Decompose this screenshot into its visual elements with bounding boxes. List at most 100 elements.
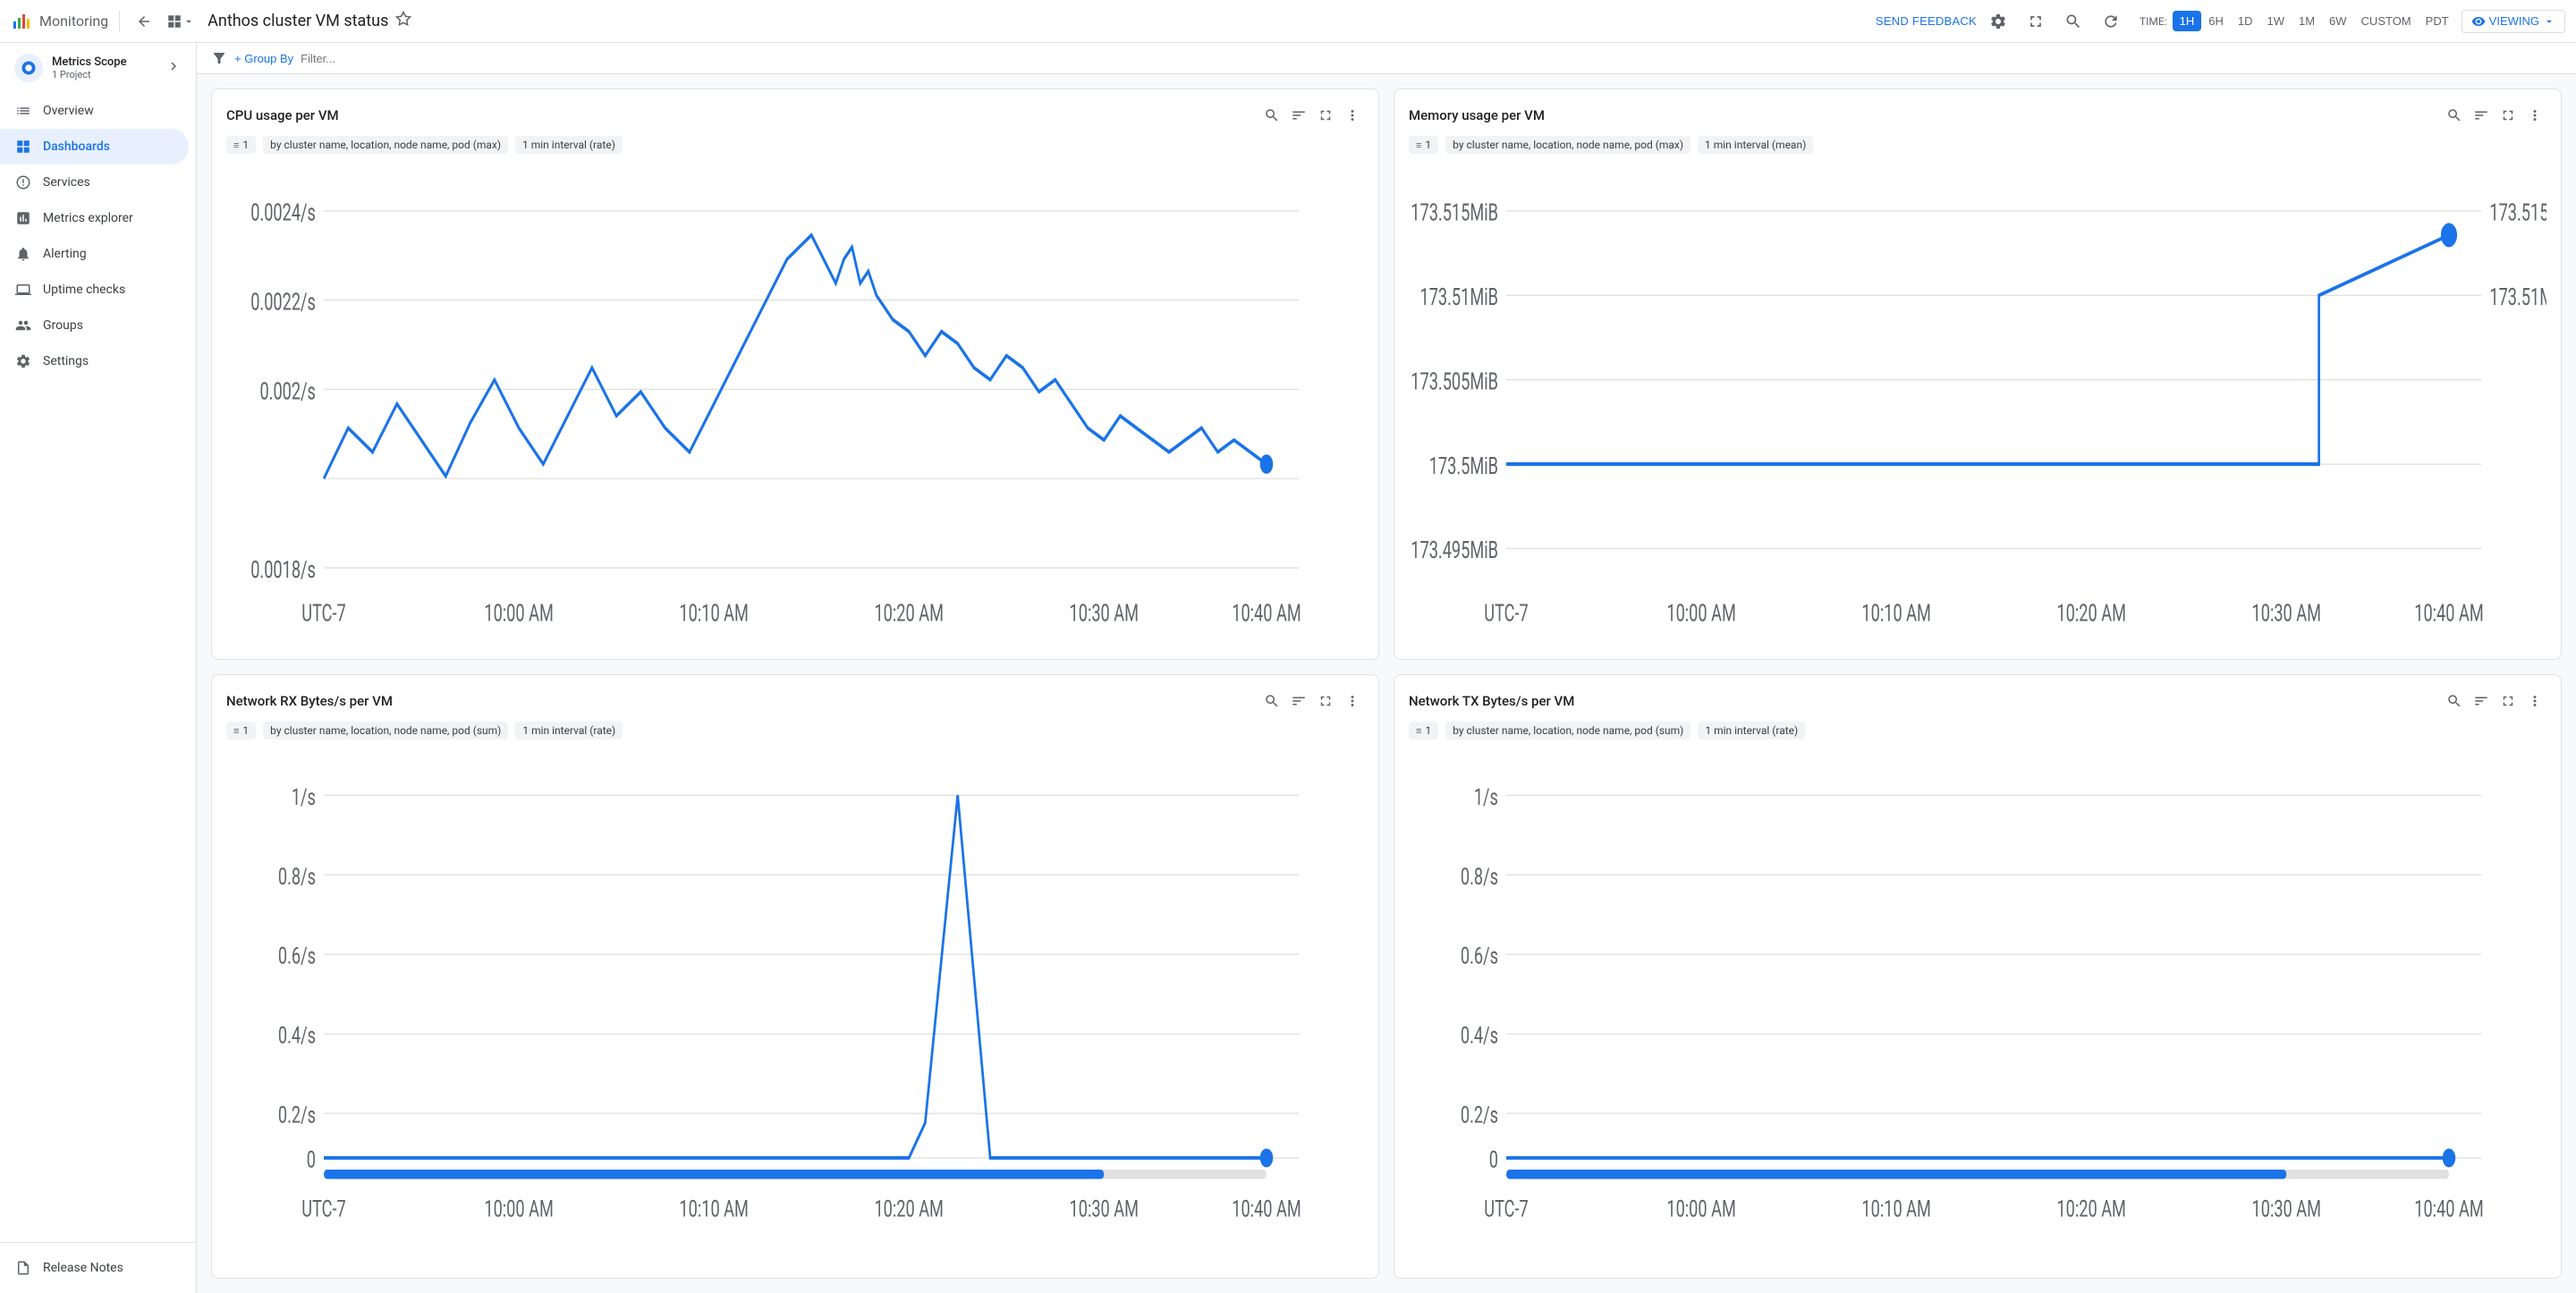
chart-search-btn-cpu[interactable] (1260, 104, 1284, 127)
filter-input[interactable] (301, 52, 2562, 65)
chart-tag-filter-memory: ≡ 1 (1409, 136, 1438, 154)
chart-header-network-tx: Network TX Bytes/s per VM (1409, 689, 2546, 713)
chart-legend-btn-tx[interactable] (2470, 689, 2493, 713)
svg-text:10:40 AM: 10:40 AM (1232, 1196, 1301, 1222)
time-btn-1w[interactable]: 1W (2259, 11, 2292, 31)
time-label: TIME: (2140, 15, 2167, 28)
main-layout: Metrics Scope 1 Project Overview Dashboa… (0, 43, 2576, 1293)
chart-legend-btn-cpu[interactable] (1287, 104, 1310, 127)
dashboard-picker-button[interactable] (161, 8, 200, 35)
chart-fullscreen-btn-memory[interactable] (2496, 104, 2520, 127)
chart-actions-cpu (1260, 104, 1364, 127)
star-icon[interactable] (395, 11, 411, 31)
sidebar-nav: Overview Dashboards Services Metrics exp… (0, 93, 196, 1242)
sidebar-item-metrics-explorer[interactable]: Metrics explorer (0, 200, 189, 236)
settings-icon-button[interactable] (1982, 5, 2014, 38)
chart-tag-group-memory: by cluster name, location, node name, po… (1445, 136, 1690, 154)
svg-text:10:00 AM: 10:00 AM (484, 1196, 553, 1222)
chart-legend-btn-memory[interactable] (2470, 104, 2493, 127)
time-btn-1h[interactable]: 1H (2173, 11, 2202, 31)
svg-text:0.002/s: 0.002/s (259, 377, 315, 406)
chart-more-btn-tx[interactable] (2523, 689, 2546, 713)
sidebar-item-label-uptime: Uptime checks (43, 283, 125, 297)
send-feedback-button[interactable]: SEND FEEDBACK (1876, 14, 1977, 28)
chart-fullscreen-btn-cpu[interactable] (1314, 104, 1337, 127)
chart-tag-interval-tx: 1 min interval (rate) (1698, 722, 1805, 739)
svg-text:0: 0 (1489, 1146, 1498, 1173)
chart-more-btn-rx[interactable] (1341, 689, 1364, 713)
chart-tag-filter-tx: ≡ 1 (1409, 722, 1438, 739)
refresh-icon-button[interactable] (2095, 5, 2127, 38)
dashboard-grid: CPU usage per VM (197, 74, 2576, 1293)
svg-text:10:40 AM: 10:40 AM (1232, 599, 1301, 628)
sidebar-item-overview[interactable]: Overview (0, 93, 189, 129)
viewing-button[interactable]: VIEWING (2462, 10, 2565, 33)
filter-toggle-button[interactable] (211, 50, 227, 66)
sidebar-item-groups[interactable]: Groups (0, 308, 189, 343)
monitor-icon (14, 281, 32, 299)
svg-text:UTC-7: UTC-7 (301, 599, 345, 628)
chart-fullscreen-btn-tx[interactable] (2496, 689, 2520, 713)
sidebar-item-settings[interactable]: Settings (0, 343, 189, 379)
time-btn-6h[interactable]: 6H (2201, 11, 2231, 31)
chart-tag-group-tx: by cluster name, location, node name, po… (1445, 722, 1690, 739)
sidebar-item-services[interactable]: Services (0, 165, 189, 200)
dashboard-title: Anthos cluster VM status (208, 11, 1868, 31)
sidebar-item-label-release-notes: Release Notes (43, 1261, 123, 1275)
app-name: Monitoring (39, 13, 108, 30)
app-logo: Monitoring (11, 11, 108, 32)
monitoring-icon (11, 11, 32, 32)
group-by-button[interactable]: + Group By (234, 52, 293, 65)
chart-legend-btn-rx[interactable] (1287, 689, 1310, 713)
search-icon-button[interactable] (2057, 5, 2089, 38)
sidebar-item-dashboards[interactable]: Dashboards (0, 129, 189, 165)
svg-text:173.515MiB: 173.515MiB (2489, 199, 2546, 227)
svg-text:0: 0 (307, 1146, 316, 1173)
chart-tag-interval-memory: 1 min interval (mean) (1698, 136, 1813, 154)
chart-search-btn-memory[interactable] (2443, 104, 2466, 127)
chart-actions-network-rx (1260, 689, 1364, 713)
content-area: + Group By CPU usage per VM (197, 43, 2576, 1293)
svg-text:10:30 AM: 10:30 AM (1070, 1196, 1139, 1222)
chart-tag-interval-rx: 1 min interval (rate) (515, 722, 623, 739)
sidebar-item-release-notes[interactable]: Release Notes (0, 1250, 189, 1286)
sidebar-item-label-metrics-explorer: Metrics explorer (43, 211, 133, 225)
chart-more-btn-cpu[interactable] (1341, 104, 1364, 127)
time-btn-pdt[interactable]: PDT (2419, 11, 2456, 31)
sidebar-item-uptime-checks[interactable]: Uptime checks (0, 272, 189, 308)
sidebar: Metrics Scope 1 Project Overview Dashboa… (0, 43, 197, 1293)
time-btn-custom[interactable]: CUSTOM (2354, 11, 2419, 31)
svg-text:173.515MiB: 173.515MiB (1411, 199, 1498, 227)
topbar: Monitoring Anthos cluster VM status SEND… (0, 0, 2576, 43)
bell-icon (14, 245, 32, 263)
chart-tags-cpu: ≡ 1 by cluster name, location, node name… (226, 136, 1364, 154)
chart-tags-memory: ≡ 1 by cluster name, location, node name… (1409, 136, 2546, 154)
viewing-label: VIEWING (2489, 14, 2539, 28)
time-btn-1m[interactable]: 1M (2292, 11, 2322, 31)
chart-card-cpu: CPU usage per VM (211, 89, 1379, 660)
svg-text:10:20 AM: 10:20 AM (874, 599, 943, 628)
chart-header-cpu: CPU usage per VM (226, 104, 1364, 127)
fullscreen-icon-button[interactable] (2020, 5, 2052, 38)
back-button[interactable] (131, 8, 157, 35)
svg-text:1/s: 1/s (292, 784, 316, 811)
svg-text:0.4/s: 0.4/s (278, 1023, 316, 1050)
chart-area-network-rx: 1/s 0.8/s 0.6/s 0.4/s 0.2/s 0 UTC-7 10:0… (226, 748, 1364, 1263)
chart-search-btn-rx[interactable] (1260, 689, 1284, 713)
time-btn-6w[interactable]: 6W (2322, 11, 2354, 31)
dashboard-icon (14, 138, 32, 156)
chart-card-network-tx: Network TX Bytes/s per VM (1394, 674, 2562, 1279)
chart-more-btn-memory[interactable] (2523, 104, 2546, 127)
chart-fullscreen-btn-rx[interactable] (1314, 689, 1337, 713)
chart-search-btn-tx[interactable] (2443, 689, 2466, 713)
chart-tag-interval-cpu: 1 min interval (rate) (515, 136, 623, 154)
chart-area-cpu: 0.0024/s 0.0022/s 0.002/s 0.0018/s UTC-7… (226, 163, 1364, 645)
chart-tag-group-rx: by cluster name, location, node name, po… (263, 722, 508, 739)
svg-text:10:10 AM: 10:10 AM (679, 1196, 748, 1222)
time-btn-1d[interactable]: 1D (2231, 11, 2260, 31)
chart-icon (14, 102, 32, 120)
sidebar-item-alerting[interactable]: Alerting (0, 236, 189, 272)
chart-title-memory: Memory usage per VM (1409, 107, 1545, 123)
sidebar-item-label-dashboards: Dashboards (43, 139, 110, 154)
sidebar-header[interactable]: Metrics Scope 1 Project (0, 43, 196, 93)
